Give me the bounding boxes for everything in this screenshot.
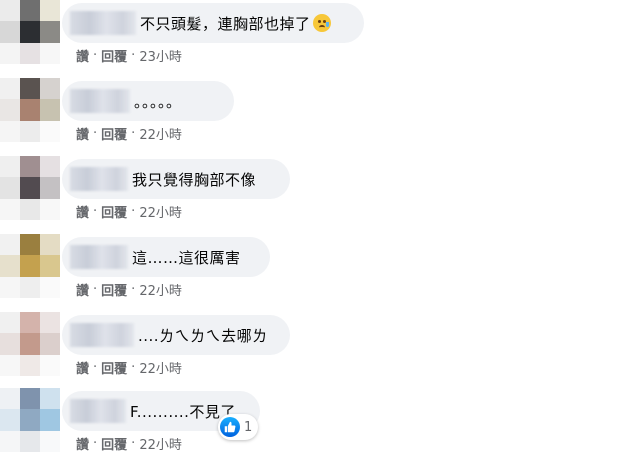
reply-button[interactable]: 回覆 — [101, 124, 127, 143]
comment-timestamp[interactable]: 23小時 — [139, 46, 182, 65]
like-button[interactable]: 讚 — [76, 434, 89, 453]
avatar[interactable] — [0, 78, 60, 142]
comment-timestamp[interactable]: 22小時 — [139, 358, 182, 377]
separator-dot: · — [93, 48, 98, 63]
comment-actions: 讚 · 回覆 · 22小時 — [76, 280, 182, 299]
comment-text: 我只覺得胸部不像 — [132, 170, 257, 189]
separator-dot: · — [93, 126, 98, 141]
comment-timestamp[interactable]: 22小時 — [139, 202, 182, 221]
comment-bubble: 不只頭髮，連胸部也掉了 — [62, 3, 364, 43]
reply-button[interactable]: 回覆 — [101, 202, 127, 221]
avatar[interactable] — [0, 156, 60, 220]
comment-item: 我只覺得胸部不像 讚 · 回覆 · 22小時 — [0, 156, 622, 232]
reaction-badge[interactable]: 1 — [218, 414, 259, 440]
separator-dot: · — [131, 360, 136, 375]
comment-item: 不只頭髮，連胸部也掉了 讚 · 回覆 · 23小時 — [0, 0, 622, 76]
comment-item: F..........不見了 讚 · 回覆 · 22小時 — [0, 388, 622, 464]
comment-item: 這……這很厲害 讚 · 回覆 · 22小時 — [0, 234, 622, 310]
commenter-name[interactable] — [70, 245, 128, 269]
reply-button[interactable]: 回覆 — [101, 434, 127, 453]
separator-dot: · — [93, 436, 98, 451]
comment-item: ....ㄌㄟㄌㄟ去哪ㄌ 讚 · 回覆 · 22小時 — [0, 312, 622, 388]
separator-dot: · — [93, 360, 98, 375]
separator-dot: · — [131, 126, 136, 141]
like-button[interactable]: 讚 — [76, 280, 89, 299]
commenter-name[interactable] — [70, 89, 130, 113]
comment-timestamp[interactable]: 22小時 — [139, 124, 182, 143]
separator-dot: · — [93, 204, 98, 219]
commenter-name[interactable] — [70, 167, 128, 191]
avatar[interactable] — [0, 388, 60, 452]
thumbs-up-icon — [220, 417, 240, 437]
commenter-name[interactable] — [70, 399, 126, 423]
reply-button[interactable]: 回覆 — [101, 280, 127, 299]
reply-button[interactable]: 回覆 — [101, 46, 127, 65]
comment-timestamp[interactable]: 22小時 — [139, 280, 182, 299]
comment-text: 不只頭髮，連胸部也掉了 — [140, 14, 311, 33]
separator-dot: · — [93, 282, 98, 297]
sad-tear-emoji-icon — [312, 14, 331, 32]
commenter-name[interactable] — [70, 11, 136, 35]
comment-actions: 讚 · 回覆 · 22小時 — [76, 358, 182, 377]
comment-bubble: ....ㄌㄟㄌㄟ去哪ㄌ — [62, 315, 290, 355]
comment-actions: 讚 · 回覆 · 22小時 — [76, 434, 182, 453]
comment-text: ....ㄌㄟㄌㄟ去哪ㄌ — [138, 326, 268, 345]
comment-text: 。。。。。 — [134, 92, 182, 111]
separator-dot: · — [131, 436, 136, 451]
like-button[interactable]: 讚 — [76, 358, 89, 377]
reaction-count: 1 — [244, 419, 253, 435]
separator-dot: · — [131, 204, 136, 219]
separator-dot: · — [131, 48, 136, 63]
avatar[interactable] — [0, 0, 60, 64]
comment-actions: 讚 · 回覆 · 23小時 — [76, 46, 182, 65]
commenter-name[interactable] — [70, 323, 134, 347]
like-button[interactable]: 讚 — [76, 46, 89, 65]
comment-bubble: 這……這很厲害 — [62, 237, 270, 277]
comment-item: 。。。。。 讚 · 回覆 · 22小時 — [0, 78, 622, 154]
comment-actions: 讚 · 回覆 · 22小時 — [76, 124, 182, 143]
comment-text: 這……這很厲害 — [132, 248, 241, 267]
comment-timestamp[interactable]: 22小時 — [139, 434, 182, 453]
like-button[interactable]: 讚 — [76, 202, 89, 221]
separator-dot: · — [131, 282, 136, 297]
avatar[interactable] — [0, 234, 60, 298]
avatar[interactable] — [0, 312, 60, 376]
comment-bubble: 。。。。。 — [62, 81, 234, 121]
comment-actions: 讚 · 回覆 · 22小時 — [76, 202, 182, 221]
comment-bubble: 我只覺得胸部不像 — [62, 159, 290, 199]
like-button[interactable]: 讚 — [76, 124, 89, 143]
reply-button[interactable]: 回覆 — [101, 358, 127, 377]
